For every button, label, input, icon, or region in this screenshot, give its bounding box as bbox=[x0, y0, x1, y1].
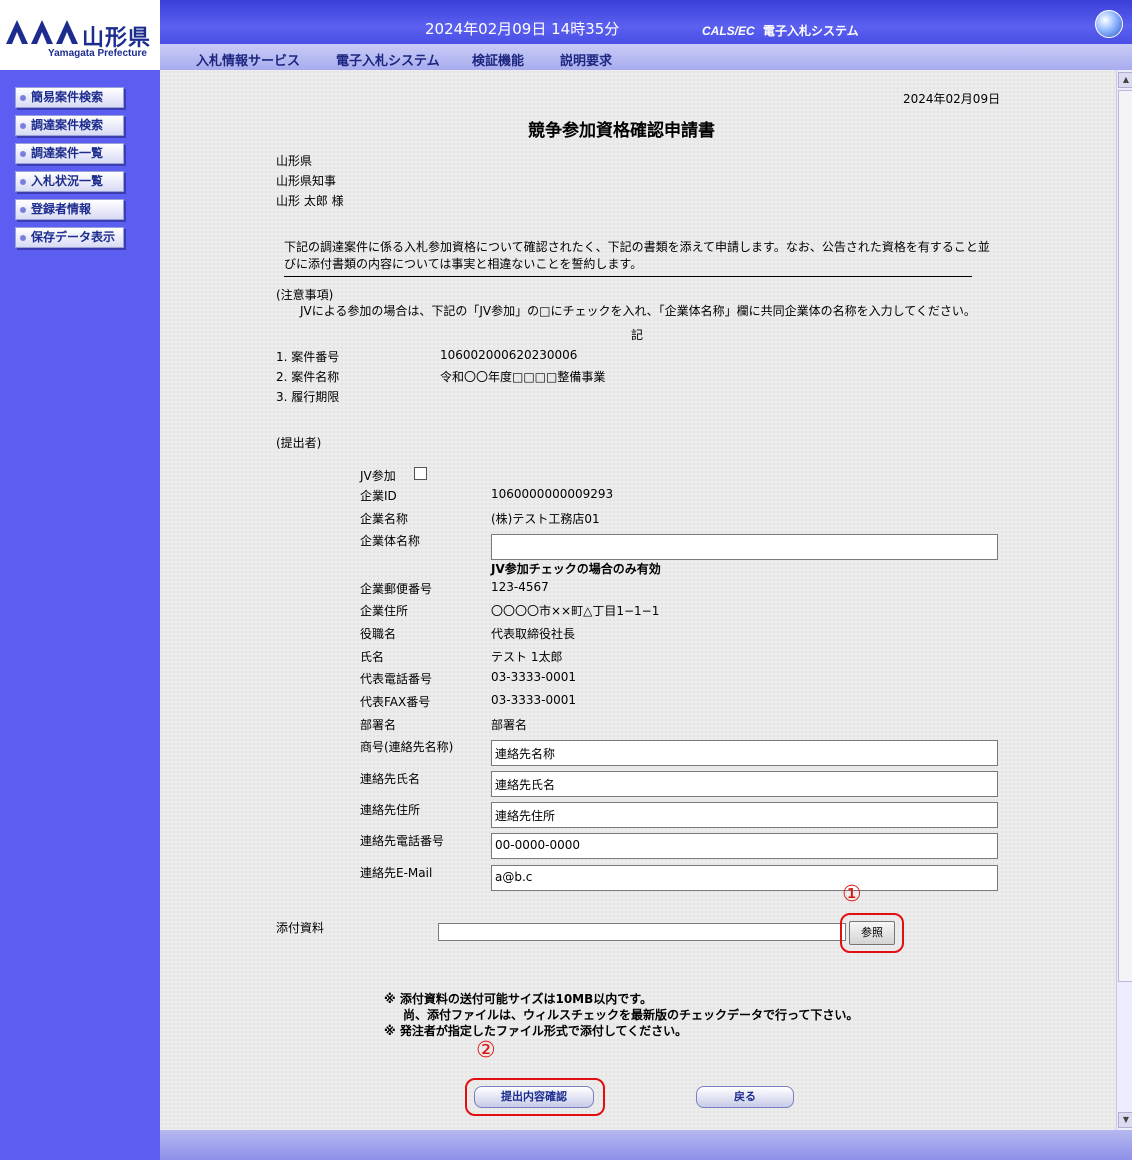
sidebar-item-label: 調達案件一覧 bbox=[31, 146, 104, 160]
submitter-heading: (提出者) bbox=[276, 436, 322, 450]
system-title-prefix: CALS/EC bbox=[702, 24, 755, 38]
back-button[interactable]: 戻る bbox=[696, 1086, 794, 1108]
case-number-label: 1. 案件番号 bbox=[276, 350, 340, 364]
menu-explanation-request[interactable]: 説明要求 bbox=[560, 50, 612, 69]
bullet-icon bbox=[20, 178, 26, 185]
menu-verification[interactable]: 検証機能 bbox=[472, 50, 524, 69]
dept-label: 部署名 bbox=[360, 718, 397, 732]
recipient-line-1: 山形県 bbox=[276, 154, 313, 168]
consortium-name-label: 企業体名称 bbox=[360, 534, 421, 548]
company-id-label: 企業ID bbox=[360, 489, 397, 503]
attachment-label: 添付資料 bbox=[276, 921, 325, 935]
bullet-icon bbox=[20, 234, 26, 241]
contact-name-input[interactable]: 連絡先氏名 bbox=[491, 771, 998, 797]
sidebar-item-label: 登録者情報 bbox=[31, 202, 92, 216]
jv-label: JV参加 bbox=[360, 469, 396, 483]
menu-bar bbox=[160, 44, 1132, 71]
scrollbar-thumb[interactable] bbox=[1118, 90, 1132, 982]
postal-label: 企業郵便番号 bbox=[360, 582, 433, 596]
annotation-marker-2: ② bbox=[476, 1038, 496, 1063]
consortium-note: JV参加チェックの場合のみ有効 bbox=[491, 562, 661, 576]
bullet-icon bbox=[20, 206, 26, 213]
yamagata-logo-mark bbox=[6, 20, 78, 44]
sidebar-item-bid-status[interactable]: 入札状況一覧 bbox=[15, 171, 124, 192]
intro-text-2: びに添付書類の内容については事実と相違ないことを誓約します。 bbox=[284, 257, 643, 271]
contact-address-input[interactable]: 連絡先住所 bbox=[491, 802, 998, 828]
globe-icon[interactable] bbox=[1095, 10, 1123, 38]
phone-label: 代表電話番号 bbox=[360, 672, 433, 686]
postal-value: 123-4567 bbox=[491, 580, 549, 594]
attachment-file-input[interactable] bbox=[438, 923, 846, 941]
recipient-line-2: 山形県知事 bbox=[276, 174, 337, 188]
current-datetime: 2024年02月09日 14時35分 bbox=[425, 20, 620, 38]
contact-name-label: 連絡先氏名 bbox=[360, 772, 421, 786]
consortium-name-input[interactable] bbox=[491, 534, 998, 560]
bullet-icon bbox=[20, 94, 26, 101]
contact-email-label: 連絡先E-Mail bbox=[360, 866, 433, 880]
notes-text: JVによる参加の場合は、下記の「JV参加」の□にチェックを入れ、「企業体名称」欄… bbox=[300, 304, 976, 318]
fax-value: 03-3333-0001 bbox=[491, 693, 577, 707]
position-label: 役職名 bbox=[360, 627, 397, 641]
bullet-icon bbox=[20, 150, 26, 157]
contact-address-label: 連絡先住所 bbox=[360, 803, 421, 817]
intro-text-1: 下記の調達案件に係る入札参加資格について確認されたく、下記の書類を添えて申請しま… bbox=[284, 240, 990, 254]
phone-value: 03-3333-0001 bbox=[491, 670, 577, 684]
notice-file-format: ※ 発注者が指定したファイル形式で添付してください。 bbox=[384, 1024, 688, 1038]
contact-company-label: 商号(連絡先名称) bbox=[360, 740, 454, 754]
company-name-value: (株)テスト工務店01 bbox=[491, 512, 600, 526]
annotation-circle-1 bbox=[840, 913, 904, 953]
recipient-line-3: 山形 太郎 様 bbox=[276, 194, 344, 208]
page-title: 競争参加資格確認申請書 bbox=[528, 121, 715, 141]
case-number-value: 106002000620230006 bbox=[440, 348, 578, 362]
case-name-label: 2. 案件名称 bbox=[276, 370, 340, 384]
system-title-text: 電子入札システム bbox=[763, 24, 859, 38]
contact-phone-label: 連絡先電話番号 bbox=[360, 834, 445, 848]
bottom-bar bbox=[160, 1130, 1132, 1160]
notice-size-limit: ※ 添付資料の送付可能サイズは10MB以内です。 bbox=[384, 992, 653, 1006]
vertical-scrollbar[interactable]: ▲ ▼ bbox=[1116, 70, 1132, 1130]
form-date: 2024年02月09日 bbox=[903, 92, 1001, 106]
system-title: CALS/EC 電子入札システム bbox=[702, 22, 859, 39]
annotation-circle-2 bbox=[465, 1078, 605, 1116]
menu-e-bidding-system[interactable]: 電子入札システム bbox=[336, 50, 440, 69]
logo: 山形県 Yamagata Prefecture bbox=[0, 0, 160, 70]
jv-checkbox[interactable] bbox=[414, 467, 427, 480]
company-name-label: 企業名称 bbox=[360, 512, 409, 526]
contact-email-input[interactable]: a@b.c bbox=[491, 865, 998, 891]
menu-bid-info-service[interactable]: 入札情報サービス bbox=[196, 50, 300, 69]
divider bbox=[284, 276, 972, 277]
case-name-value: 令和〇〇年度□□□□整備事業 bbox=[440, 370, 606, 384]
name-label: 氏名 bbox=[360, 650, 385, 664]
top-bar bbox=[160, 0, 1132, 44]
company-id-value: 1060000000009293 bbox=[491, 487, 614, 501]
sidebar-item-simple-search[interactable]: 簡易案件検索 bbox=[15, 87, 124, 108]
sidebar-item-label: 簡易案件検索 bbox=[31, 90, 104, 104]
address-value: 〇〇〇〇市××町△丁目1−1−1 bbox=[491, 604, 660, 618]
contact-phone-input[interactable]: 00-0000-0000 bbox=[491, 833, 998, 859]
ki-heading: 記 bbox=[631, 328, 644, 342]
sidebar-item-registrant-info[interactable]: 登録者情報 bbox=[15, 199, 124, 220]
sidebar-item-label: 調達案件検索 bbox=[31, 118, 104, 132]
bullet-icon bbox=[20, 122, 26, 129]
sidebar-item-label: 入札状況一覧 bbox=[31, 174, 104, 188]
sidebar: 簡易案件検索 調達案件検索 調達案件一覧 入札状況一覧 登録者情報 保存データ表… bbox=[0, 70, 160, 1160]
sidebar-item-saved-data[interactable]: 保存データ表示 bbox=[15, 227, 124, 248]
main-content bbox=[160, 70, 1116, 1130]
sidebar-item-procurement-list[interactable]: 調達案件一覧 bbox=[15, 143, 124, 164]
notes-heading: (注意事項) bbox=[276, 288, 334, 302]
logo-subtext: Yamagata Prefecture bbox=[48, 48, 147, 59]
annotation-marker-1: ① bbox=[842, 882, 862, 907]
notice-virus-check: 尚、添付ファイルは、ウィルスチェックを最新版のチェックデータで行って下さい。 bbox=[403, 1008, 859, 1022]
name-value: テスト 1太郎 bbox=[491, 650, 563, 664]
dept-value: 部署名 bbox=[491, 718, 528, 732]
address-label: 企業住所 bbox=[360, 604, 409, 618]
scroll-down-icon[interactable]: ▼ bbox=[1118, 1112, 1132, 1128]
fax-label: 代表FAX番号 bbox=[360, 695, 431, 709]
deadline-label: 3. 履行期限 bbox=[276, 390, 340, 404]
sidebar-item-procurement-search[interactable]: 調達案件検索 bbox=[15, 115, 124, 136]
contact-company-input[interactable]: 連絡先名称 bbox=[491, 740, 998, 766]
scroll-up-icon[interactable]: ▲ bbox=[1118, 72, 1132, 88]
sidebar-item-label: 保存データ表示 bbox=[31, 230, 116, 244]
position-value: 代表取締役社長 bbox=[491, 627, 576, 641]
